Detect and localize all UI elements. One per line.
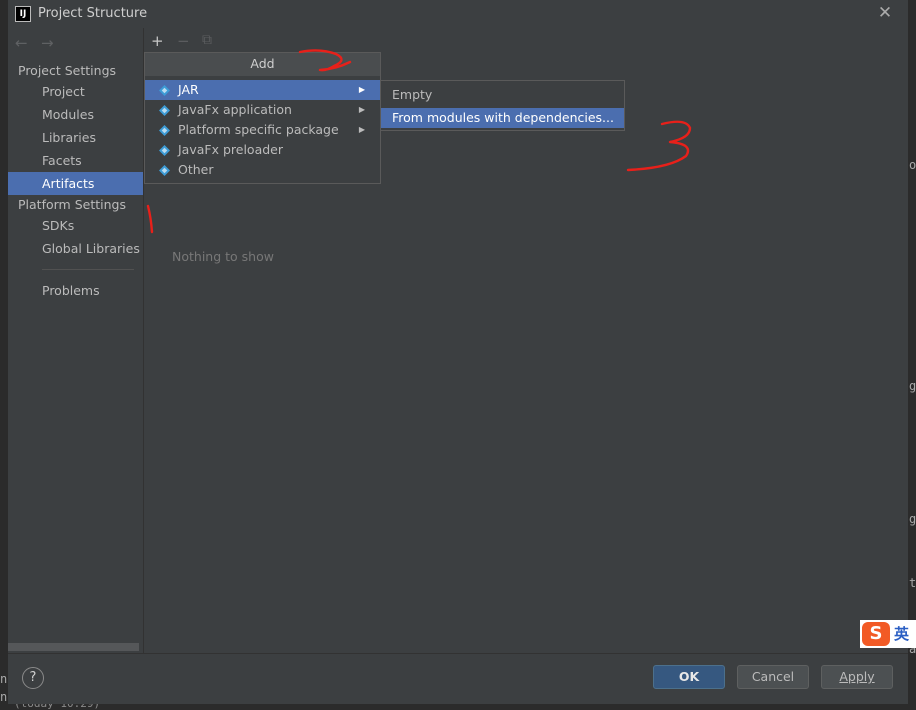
sidebar-item-modules[interactable]: Modules — [8, 103, 143, 126]
menu-item-label: JavaFx preloader — [178, 142, 283, 157]
title-bar: IJ Project Structure ✕ — [8, 0, 908, 28]
popup-title: Add — [145, 53, 380, 76]
menu-item-label: Platform specific package — [178, 122, 339, 137]
artifact-diamond-icon — [159, 125, 170, 136]
help-icon[interactable]: ? — [22, 667, 44, 689]
sidebar-item-libraries[interactable]: Libraries — [8, 126, 143, 149]
cancel-button[interactable]: Cancel — [737, 665, 809, 689]
sogou-logo-icon: S — [862, 622, 890, 646]
add-icon[interactable]: + — [151, 32, 164, 50]
artifact-diamond-icon — [159, 105, 170, 116]
intellij-logo-icon: IJ — [15, 6, 31, 22]
remove-icon[interactable]: − — [177, 32, 190, 50]
artifact-diamond-icon — [159, 165, 170, 176]
menu-item-label: Other — [178, 162, 214, 177]
submenu-arrow-icon: ▶ — [358, 85, 365, 94]
forward-arrow-icon[interactable]: → — [41, 34, 54, 52]
sidebar-divider — [42, 269, 134, 270]
sidebar-item-facets[interactable]: Facets — [8, 149, 143, 172]
submenu-arrow-icon: ▶ — [358, 125, 365, 134]
sidebar-item-problems[interactable]: Problems — [8, 279, 143, 302]
empty-list-text: Nothing to show — [172, 249, 274, 264]
menu-item-javafx-preloader[interactable]: JavaFx preloader — [145, 140, 380, 160]
sidebar-item-artifacts[interactable]: Artifacts — [8, 172, 143, 195]
menu-item-label: JavaFx application — [178, 102, 292, 117]
sidebar-item-global-libraries[interactable]: Global Libraries — [8, 237, 143, 260]
sidebar-item-sdks[interactable]: SDKs — [8, 214, 143, 237]
menu-item-other[interactable]: Other — [145, 160, 380, 180]
menu-item-label: JAR — [178, 82, 199, 97]
add-popup-menu: Add JAR ▶ JavaFx application ▶ Platform … — [144, 52, 381, 184]
ime-indicator[interactable]: S 英 — [860, 620, 916, 648]
jar-submenu: Empty From modules with dependencies... — [380, 80, 625, 131]
ime-language-label: 英 — [894, 625, 910, 643]
submenu-item-empty[interactable]: Empty — [381, 85, 624, 105]
menu-item-jar[interactable]: JAR ▶ — [145, 80, 380, 100]
close-icon[interactable]: ✕ — [876, 4, 894, 22]
back-arrow-icon[interactable]: ← — [15, 34, 28, 52]
submenu-item-from-modules[interactable]: From modules with dependencies... — [381, 108, 624, 128]
section-project-settings: Project Settings — [18, 63, 117, 78]
sidebar-horizontal-scrollbar[interactable] — [8, 643, 139, 651]
artifact-diamond-icon — [159, 145, 170, 156]
ok-button[interactable]: OK — [653, 665, 725, 689]
apply-button[interactable]: Apply — [821, 665, 893, 689]
artifact-diamond-icon — [159, 85, 170, 96]
bg-char: t — [909, 576, 916, 590]
submenu-arrow-icon: ▶ — [358, 105, 365, 114]
copy-icon[interactable]: ⧉ — [202, 32, 212, 48]
menu-item-platform-specific-package[interactable]: Platform specific package ▶ — [145, 120, 380, 140]
settings-sidebar: ← → Project Settings Project Modules Lib… — [8, 28, 143, 653]
bg-char: g — [909, 512, 916, 526]
bg-char: o — [909, 158, 916, 172]
bg-char: g — [909, 379, 916, 393]
section-platform-settings: Platform Settings — [18, 197, 126, 212]
dialog-footer: ? OK Cancel Apply — [8, 653, 908, 704]
menu-item-javafx-application[interactable]: JavaFx application ▶ — [145, 100, 380, 120]
window-title: Project Structure — [38, 6, 148, 21]
sidebar-item-project[interactable]: Project — [8, 80, 143, 103]
